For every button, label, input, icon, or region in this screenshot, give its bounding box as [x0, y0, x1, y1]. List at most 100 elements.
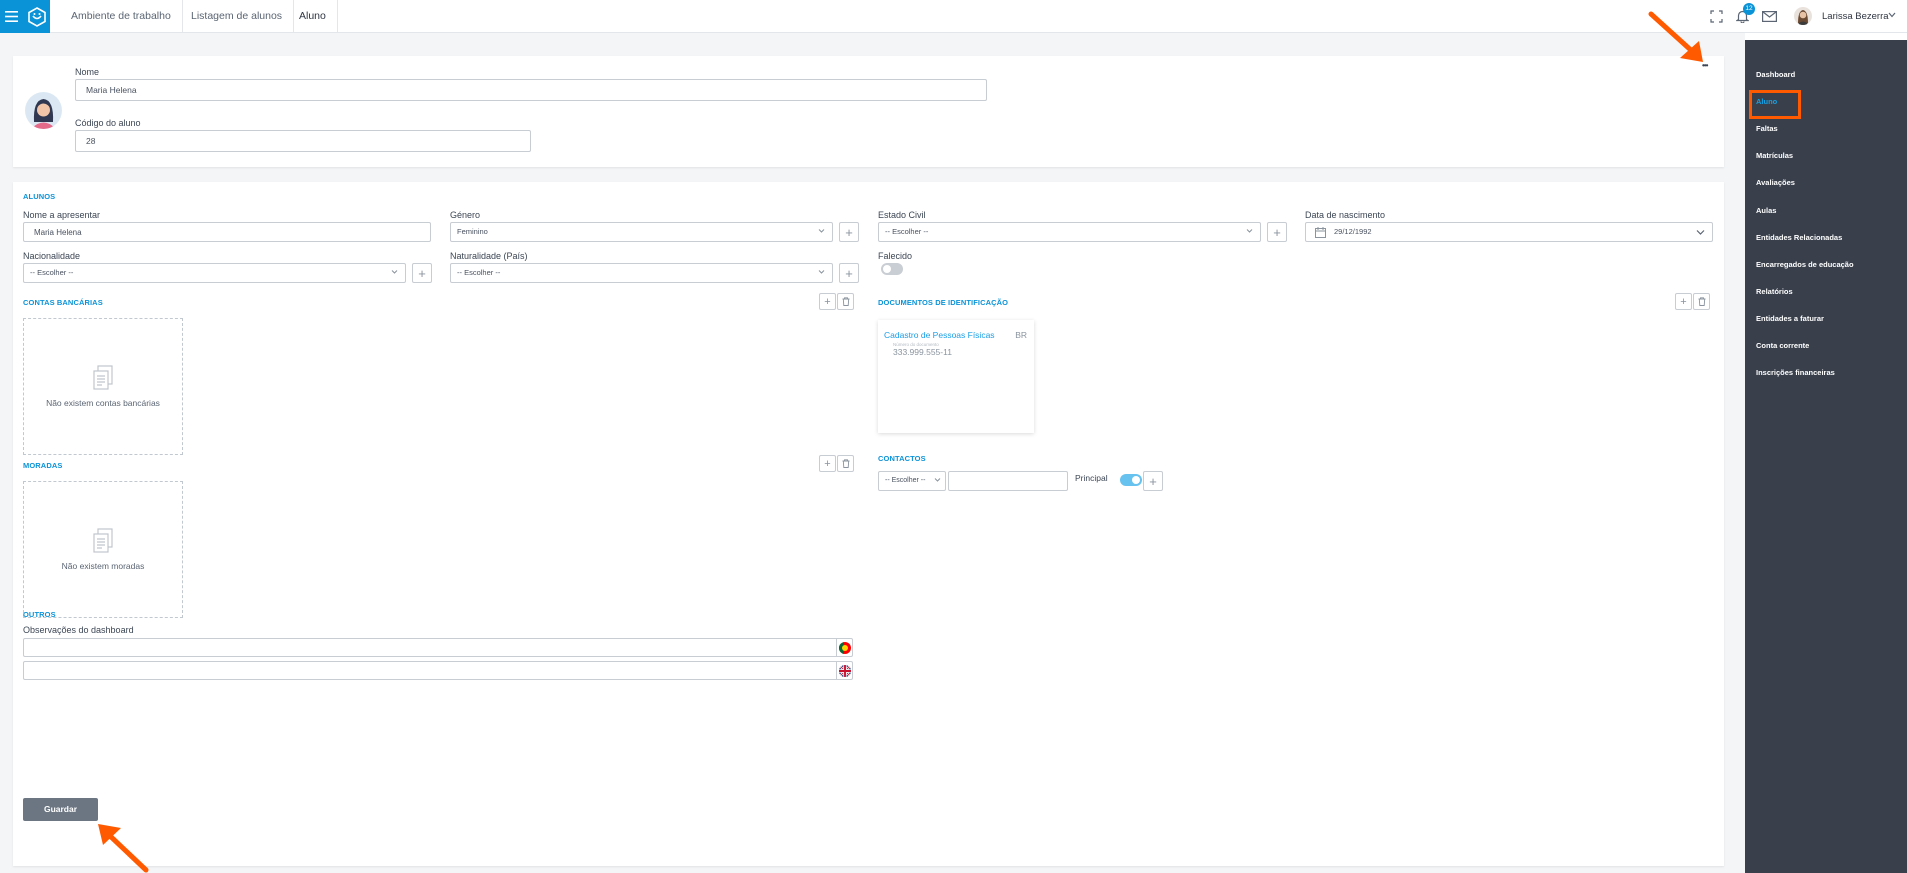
- documents-icon: [93, 365, 113, 390]
- dashboard-notes-en-input[interactable]: [23, 661, 853, 680]
- section-title-id-documents: DOCUMENTOS DE IDENTIFICAÇÃO: [878, 298, 1009, 307]
- breadcrumb-workspace[interactable]: Ambiente de trabalho: [60, 0, 183, 33]
- hamburger-icon: [5, 11, 18, 22]
- sidebar-item-relatorios[interactable]: Relatórios: [1756, 287, 1793, 296]
- gender-select[interactable]: Feminino: [450, 222, 833, 242]
- plus-icon: +: [1149, 473, 1157, 489]
- contact-type-select[interactable]: -- Escolher --: [878, 471, 946, 491]
- sidebar-item-dashboard[interactable]: Dashboard: [1756, 70, 1795, 79]
- add-contact-button[interactable]: +: [1143, 471, 1163, 491]
- add-civil-status-button[interactable]: +: [1267, 222, 1287, 242]
- nationality-select[interactable]: -- Escolher --: [23, 263, 406, 283]
- birth-date-label: Data de nascimento: [1305, 210, 1386, 220]
- section-title-bank-accounts: CONTAS BANCÁRIAS: [23, 298, 103, 307]
- nationality-value: -- Escolher --: [30, 268, 74, 277]
- plus-icon: +: [845, 265, 853, 281]
- dashboard-notes-pt-input[interactable]: [23, 638, 853, 657]
- gender-value: Feminino: [457, 227, 488, 236]
- delete-address-button[interactable]: [837, 455, 854, 472]
- logo-icon: [27, 6, 46, 27]
- plus-icon: +: [1273, 224, 1281, 240]
- add-id-document-button[interactable]: +: [1675, 293, 1692, 310]
- name-input[interactable]: [75, 79, 987, 101]
- sidebar-item-entidades-relacionadas[interactable]: Entidades Relacionadas: [1756, 233, 1842, 242]
- chevron-down-icon: [1696, 230, 1705, 235]
- delete-bank-account-button[interactable]: [837, 293, 854, 310]
- breadcrumb-student-list[interactable]: Listagem de alunos: [180, 0, 295, 33]
- dashboard-notes-label: Observações do dashboard: [23, 625, 134, 635]
- chevron-down-icon: [1246, 229, 1253, 233]
- bank-accounts-empty-state: Não existem contas bancárias: [23, 318, 183, 455]
- naturality-value: -- Escolher --: [457, 268, 501, 277]
- gender-label: Género: [450, 210, 481, 220]
- details-card: ALUNOS Nome a apresentar Género Feminino…: [13, 182, 1724, 866]
- display-name-label: Nome a apresentar: [23, 210, 101, 220]
- display-name-input[interactable]: [23, 222, 431, 242]
- naturality-label: Naturalidade (País): [450, 251, 528, 261]
- sidebar-item-faltas[interactable]: Faltas: [1756, 124, 1778, 133]
- user-name[interactable]: Larissa Bezerra: [1822, 0, 1889, 33]
- contact-type-value: -- Escolher --: [885, 477, 926, 484]
- naturality-select[interactable]: -- Escolher --: [450, 263, 833, 283]
- uk-flag-icon: [839, 664, 851, 677]
- app-logo[interactable]: [23, 0, 50, 33]
- language-pt-addon[interactable]: [836, 639, 853, 656]
- profile-card: Nome Código do aluno •••: [13, 56, 1724, 167]
- section-title-addresses: MORADAS: [23, 461, 63, 470]
- sidebar-item-entidades-faturar[interactable]: Entidades a faturar: [1756, 314, 1824, 323]
- chevron-down-icon[interactable]: [1888, 12, 1896, 18]
- breadcrumb-student[interactable]: Aluno: [288, 0, 338, 33]
- deceased-label: Falecido: [878, 251, 913, 261]
- id-document-number: 333.999.555-11: [893, 347, 952, 357]
- add-naturality-button[interactable]: +: [839, 263, 859, 283]
- civil-status-label: Estado Civil: [878, 210, 926, 220]
- fullscreen-icon[interactable]: [1708, 8, 1724, 24]
- language-en-addon[interactable]: [836, 662, 853, 679]
- main-content: Nome Código do aluno ••• ALUNOS Nome a a…: [0, 33, 1745, 873]
- sidebar-item-aulas[interactable]: Aulas: [1756, 206, 1776, 215]
- chevron-down-icon: [818, 229, 825, 233]
- principal-label: Principal: [1075, 473, 1108, 483]
- hamburger-menu-button[interactable]: [0, 0, 23, 33]
- add-address-button[interactable]: +: [819, 455, 836, 472]
- name-label: Nome: [75, 67, 100, 77]
- civil-status-value: -- Escolher --: [885, 227, 929, 236]
- sidebar-item-inscricoes-financeiras[interactable]: Inscrições financeiras: [1756, 368, 1835, 377]
- plus-icon: +: [824, 295, 831, 308]
- contact-value-input[interactable]: [948, 471, 1068, 491]
- plus-icon: +: [845, 224, 853, 240]
- plus-icon: +: [1680, 295, 1687, 308]
- sidebar-item-conta-corrente[interactable]: Conta corrente: [1756, 341, 1809, 350]
- add-nationality-button[interactable]: +: [412, 263, 432, 283]
- documents-icon: [93, 528, 113, 553]
- id-document-card[interactable]: Cadastro de Pessoas Físicas BR Número do…: [878, 320, 1034, 433]
- sidebar-item-avaliacoes[interactable]: Avaliações: [1756, 178, 1795, 187]
- user-avatar[interactable]: [1794, 7, 1812, 25]
- student-code-input[interactable]: [75, 130, 531, 152]
- plus-icon: +: [418, 265, 426, 281]
- civil-status-select[interactable]: -- Escolher --: [878, 222, 1261, 242]
- sidebar-item-encarregados[interactable]: Encarregados de educação: [1756, 260, 1854, 269]
- birth-date-picker[interactable]: 29/12/1992: [1305, 222, 1713, 242]
- addresses-empty-state: Não existem moradas: [23, 481, 183, 618]
- annotation-arrow-bottom: [98, 824, 149, 873]
- annotation-highlight-box: [1749, 90, 1801, 119]
- plus-icon: +: [824, 457, 831, 470]
- top-bar: Ambiente de trabalho Listagem de alunos …: [0, 0, 1907, 33]
- bank-accounts-empty-text: Não existem contas bancárias: [46, 398, 160, 408]
- trash-icon: [842, 297, 849, 306]
- sidebar-item-matriculas[interactable]: Matrículas: [1756, 151, 1793, 160]
- trash-icon: [1698, 297, 1705, 306]
- add-gender-button[interactable]: +: [839, 222, 859, 242]
- chevron-down-icon: [818, 270, 825, 274]
- chevron-down-icon: [934, 478, 941, 482]
- add-bank-account-button[interactable]: +: [819, 293, 836, 310]
- save-button[interactable]: Guardar: [23, 798, 98, 821]
- deceased-toggle[interactable]: [881, 263, 903, 275]
- notification-badge: 12: [1743, 3, 1755, 15]
- chevron-down-icon: [391, 270, 398, 274]
- delete-id-document-button[interactable]: [1693, 293, 1710, 310]
- annotation-arrow-top: [1648, 11, 1703, 62]
- mail-icon[interactable]: [1761, 8, 1777, 24]
- principal-toggle[interactable]: [1120, 474, 1142, 486]
